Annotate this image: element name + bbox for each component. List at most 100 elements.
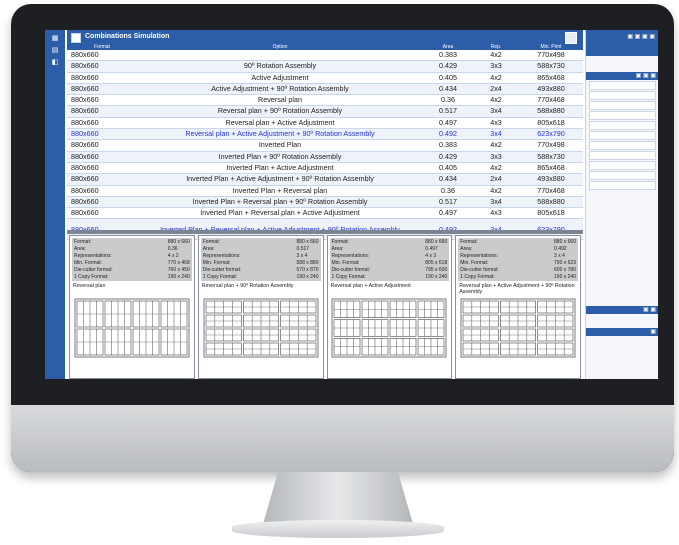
right-field[interactable] <box>589 181 656 190</box>
info-label: 1 Copy Format: <box>460 274 495 280</box>
cell-format: 880x660 <box>67 139 137 152</box>
card-caption: Reversal plan + Active Adjustment + 90º … <box>459 283 575 295</box>
table-row[interactable]: 880x660 Reversal plan 0.36 4x2 770x468 <box>67 94 583 107</box>
cell-rep: 4x2 <box>473 185 519 197</box>
info-value: 190 x 240 <box>425 274 448 280</box>
tool-icon[interactable]: ◧ <box>45 58 65 66</box>
info-label: Min. Format: <box>74 260 103 266</box>
table-row[interactable]: 880x660 Inverted Plan 0.383 4x2 770x498 <box>67 139 583 152</box>
right-field[interactable] <box>589 121 656 130</box>
die-cut-piece <box>390 300 417 318</box>
info-value: 880 x 660 <box>425 239 448 245</box>
save-icon[interactable] <box>565 32 577 44</box>
right-field[interactable] <box>589 81 656 90</box>
cell-min-format: 770x498 <box>519 50 583 62</box>
info-value: 880 x 660 <box>554 239 576 245</box>
right-field[interactable] <box>589 111 656 120</box>
cell-rep: 4x2 <box>473 72 519 84</box>
table-row[interactable]: 880x660 Inverted Plan + 90º Rotation Asse… <box>67 151 583 163</box>
cell-format: 880x660 <box>67 50 137 62</box>
info-label: Representations: <box>331 253 370 259</box>
die-cut-piece <box>104 300 132 328</box>
die-cut-piece <box>500 300 537 314</box>
window-titlebar: Combinations Simulation <box>67 30 583 44</box>
table-row[interactable]: 880x660 Reversal plan + Active Adjustment… <box>67 128 583 141</box>
monitor-chin <box>11 405 674 472</box>
table-row[interactable]: 880x660 Active Adjustment + 90º Rotation … <box>67 83 583 96</box>
die-cut-piece <box>418 338 445 356</box>
cell-format: 880x660 <box>67 207 137 220</box>
cell-min-format: 588x730 <box>519 60 583 73</box>
cell-option: Active Adjustment + 90º Rotation Assembl… <box>137 83 423 96</box>
cell-option: Inverted Plan + Active Adjustment + 90º … <box>137 173 423 186</box>
cell-option: 90º Rotation Assembly <box>137 60 423 73</box>
cell-rep: 4x2 <box>473 139 519 152</box>
info-label: 1 Copy Format: <box>74 274 109 280</box>
table-row[interactable]: 880x660 Inverted Plan + Active Adjustment… <box>67 162 583 175</box>
right-field[interactable] <box>589 161 656 170</box>
right-field[interactable] <box>589 101 656 110</box>
cell-min-format: 770x498 <box>519 139 583 152</box>
right-field[interactable] <box>589 171 656 180</box>
cell-rep: 4x2 <box>473 50 519 62</box>
die-cut-piece <box>205 314 242 328</box>
card-info: Format: 880 x 660 Area: 0.36 Representations… <box>72 238 192 281</box>
info-label: Min. Format: <box>331 260 360 266</box>
table-row[interactable]: 880x660 90º Rotation Assembly 0.429 3x3 588x… <box>67 60 583 73</box>
layout-drawing <box>460 298 576 358</box>
info-value: 3 x 4 <box>296 253 308 259</box>
preview-card[interactable]: Format: 880 x 660 Area: 0.492 Representation… <box>455 235 581 379</box>
cell-area: 0.383 <box>423 50 473 62</box>
right-field[interactable] <box>589 151 656 160</box>
cell-area: 0.434 <box>423 173 473 186</box>
cell-rep: 3x3 <box>473 151 519 163</box>
cell-rep: 3x4 <box>473 128 519 141</box>
info-value: 805 x 618 <box>425 260 448 266</box>
table-row[interactable]: 880x660 Inverted Plan + Active Adjustment… <box>67 173 583 186</box>
cell-min-format: 493x880 <box>519 83 583 96</box>
info-label: Representations: <box>74 253 112 259</box>
die-cut-piece <box>160 300 188 328</box>
info-value: 0.497 <box>425 246 438 252</box>
info-value: 760 x 450 <box>167 267 190 273</box>
preview-card[interactable]: Format: 880 x 660 Area: 0.36 Representations… <box>69 235 195 379</box>
cell-option: Inverted Plan + Reversal plan + 90º Rota… <box>137 196 423 209</box>
cell-min-format: 865x468 <box>519 162 583 175</box>
preview-card[interactable]: Format: 880 x 660 Area: 0.497 Representation… <box>326 235 453 379</box>
right-panel-bar: ▣ ▣ <box>586 306 658 314</box>
table-row[interactable]: 880x660 Inverted Plan + Reversal plan + 9… <box>67 196 583 209</box>
die-cut-piece <box>205 300 242 314</box>
cell-option: Inverted Plan + Reversal plan + Active A… <box>137 207 423 220</box>
die-cut-piece <box>242 342 279 356</box>
die-cut-piece <box>242 314 279 328</box>
table-row[interactable]: 880x660 0.383 4x2 770x498 <box>67 50 583 62</box>
cell-format: 880x660 <box>67 83 137 96</box>
right-field[interactable] <box>589 91 656 100</box>
cell-option: Inverted Plan + Active Adjustment <box>137 162 423 175</box>
cell-format: 880x660 <box>67 105 137 118</box>
die-cut-piece <box>280 328 316 342</box>
right-field[interactable] <box>589 131 656 140</box>
die-cut-piece <box>362 338 389 356</box>
cell-option: Inverted Plan + Reversal plan <box>137 185 423 197</box>
table-row[interactable]: 880x660Inverted Plan + Reversal plan + A… <box>67 207 583 220</box>
table-row[interactable]: 880x660 Active Adjustment 0.405 4x2 865x468 <box>67 72 583 84</box>
monitor-stand <box>263 472 413 524</box>
cell-min-format: 588x730 <box>519 151 583 163</box>
table-row[interactable]: 880x660 Reversal plan + Active Adjustment… <box>67 117 583 130</box>
cell-area: 0.36 <box>423 94 473 107</box>
die-cut-piece <box>462 314 499 328</box>
table-row[interactable]: 880x660 Reversal plan + 90º Rotation Asse… <box>67 105 583 118</box>
tool-icon[interactable]: ▦ <box>45 34 65 42</box>
die-cut-piece <box>537 328 574 342</box>
layout-drawing <box>203 298 318 358</box>
info-label: 1 Copy Format: <box>331 274 366 280</box>
die-cut-piece <box>280 314 316 328</box>
info-value: 0.492 <box>554 246 567 252</box>
die-cut-piece <box>537 300 574 314</box>
table-row[interactable]: 880x660 Inverted Plan + Reversal plan 0.36… <box>67 185 583 197</box>
tool-icon[interactable]: ▤ <box>45 46 65 54</box>
right-field[interactable] <box>589 141 656 150</box>
die-cut-piece <box>500 328 537 342</box>
preview-card[interactable]: Format: 880 x 660 Area: 0.517 Representation… <box>197 235 324 379</box>
